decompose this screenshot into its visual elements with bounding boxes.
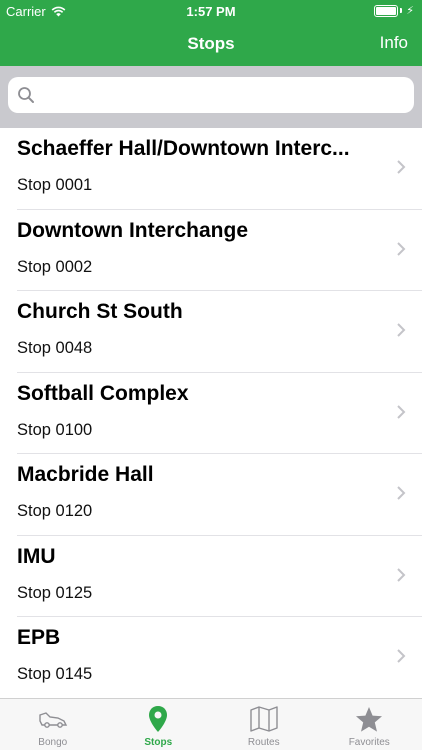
stop-row[interactable]: EPB Stop 0145 [17, 617, 422, 698]
search-icon [18, 87, 34, 103]
tab-favorites[interactable]: Favorites [317, 699, 422, 750]
stop-row[interactable]: IMU Stop 0125 [17, 536, 422, 617]
stop-name: Church St South [17, 300, 183, 323]
status-bar: Carrier 1:57 PM ⚡ [0, 0, 422, 22]
tab-bar: Bongo Stops Routes Favorites [0, 698, 422, 750]
chevron-right-icon [397, 241, 406, 256]
stop-number: Stop 0002 [17, 257, 93, 276]
tab-label: Bongo [38, 737, 68, 748]
stop-name: IMU [17, 544, 56, 568]
stop-row[interactable]: Softball Complex Stop 0100 [17, 373, 422, 454]
stop-name: EPB [17, 626, 61, 649]
star-icon [354, 705, 384, 733]
stop-row[interactable]: Macbride Hall Stop 0120 [17, 454, 422, 536]
stop-name: Downtown Interchange [17, 218, 248, 242]
search-bar [0, 66, 422, 128]
map-pin-icon [143, 705, 173, 733]
navigation-header: Carrier 1:57 PM ⚡ Stops Info [0, 0, 422, 66]
stop-row[interactable]: Church St South Stop 0048 [17, 291, 422, 373]
stop-name: Schaeffer Hall/Downtown Interc... [17, 137, 350, 160]
stop-number: Stop 0100 [17, 420, 93, 439]
bus-icon [38, 705, 68, 733]
tab-stops[interactable]: Stops [106, 699, 212, 750]
tab-label: Routes [247, 737, 280, 748]
chevron-right-icon [397, 404, 406, 419]
stop-name: Softball Complex [17, 381, 189, 405]
status-time: 1:57 PM [186, 4, 236, 19]
battery-icon: ⚡ [374, 4, 414, 17]
tab-label: Stops [144, 737, 173, 748]
stop-name: Macbride Hall [17, 463, 154, 486]
tab-bongo[interactable]: Bongo [0, 699, 106, 750]
stop-row[interactable]: Schaeffer Hall/Downtown Interc... Stop 0… [17, 128, 422, 210]
charging-icon: ⚡ [406, 5, 414, 17]
stop-number: Stop 0048 [17, 339, 93, 357]
stop-number: Stop 0145 [17, 665, 93, 683]
chevron-right-icon [397, 486, 406, 500]
search-input[interactable] [42, 77, 402, 113]
chevron-right-icon [397, 160, 406, 174]
page-title: Stops [187, 34, 235, 53]
stop-number: Stop 0125 [17, 583, 93, 602]
stops-list: Schaeffer Hall/Downtown Interc... Stop 0… [0, 128, 422, 698]
stop-row[interactable]: Downtown Interchange Stop 0002 [17, 210, 422, 291]
stop-number: Stop 0001 [17, 176, 93, 194]
chevron-right-icon [397, 323, 406, 337]
info-button[interactable]: Info [380, 33, 408, 53]
tab-label: Favorites [348, 737, 390, 748]
map-icon [249, 705, 279, 733]
tab-routes[interactable]: Routes [211, 699, 317, 750]
chevron-right-icon [397, 649, 406, 663]
chevron-right-icon [397, 567, 406, 582]
search-field[interactable] [8, 77, 414, 113]
stop-number: Stop 0120 [17, 502, 93, 520]
